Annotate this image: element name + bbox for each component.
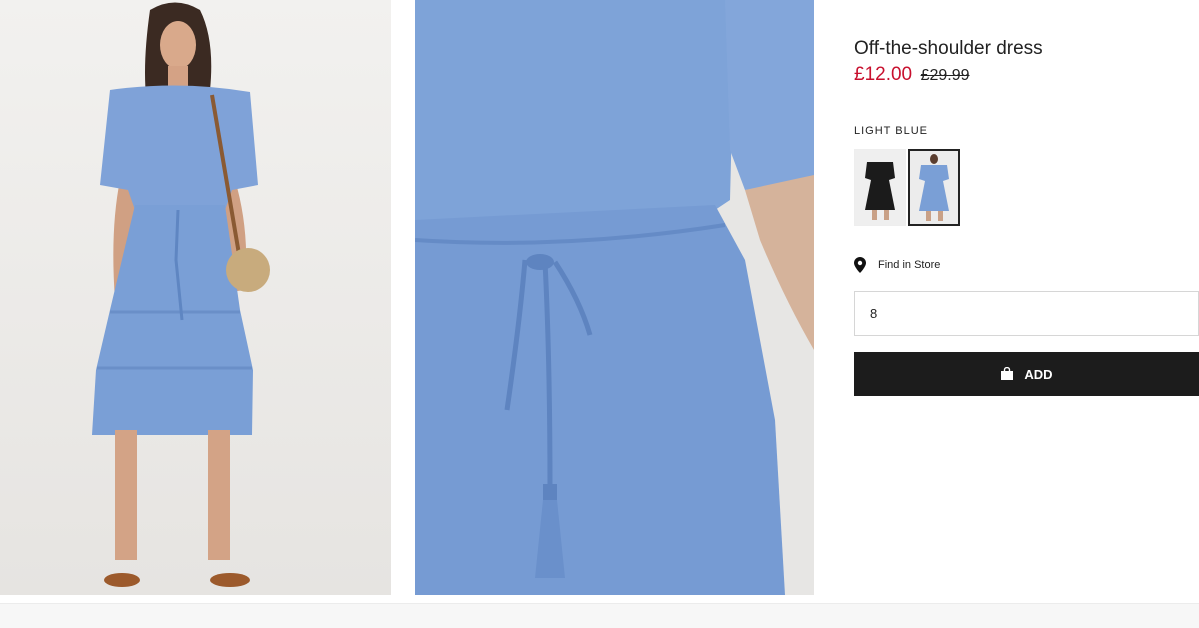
color-swatch-light-blue[interactable] (908, 149, 960, 226)
product-image-model[interactable] (0, 0, 391, 595)
add-to-bag-button[interactable]: ADD (854, 352, 1199, 396)
product-title: Off-the-shoulder dress (854, 38, 1043, 59)
shopping-bag-icon (1001, 367, 1014, 380)
page-bottom-divider (0, 603, 1199, 628)
size-select-field[interactable] (854, 291, 1199, 336)
black-dress-thumbnail (855, 150, 905, 225)
blue-dress-thumbnail (910, 151, 958, 224)
price-row: £12.00 £29.99 (854, 64, 970, 86)
location-pin-icon (854, 257, 866, 273)
original-price: £29.99 (920, 67, 970, 84)
model-photo-illustration (0, 0, 391, 595)
product-image-detail[interactable] (415, 0, 814, 595)
find-in-store-label: Find in Store (878, 259, 941, 271)
selected-color-label: LIGHT BLUE (854, 125, 928, 137)
detail-photo-illustration (415, 0, 814, 595)
product-info-panel: Off-the-shoulder dress £12.00 £29.99 LIG… (854, 0, 1199, 420)
sale-price: £12.00 (854, 64, 913, 85)
add-button-label: ADD (1024, 366, 1053, 382)
color-swatch-black[interactable] (854, 149, 906, 226)
find-in-store-link[interactable]: Find in Store (854, 256, 940, 274)
